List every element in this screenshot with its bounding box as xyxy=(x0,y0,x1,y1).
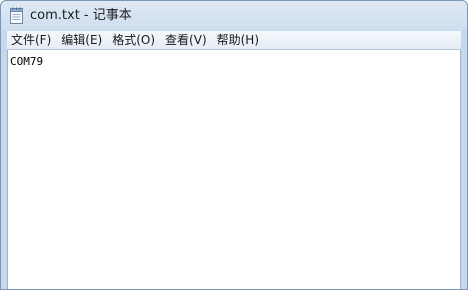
text-editor[interactable]: COM79 xyxy=(8,50,460,289)
menu-file[interactable]: 文件(F) xyxy=(7,31,56,49)
title-bar[interactable]: com.txt - 记事本 xyxy=(1,1,467,31)
notepad-window: com.txt - 记事本 文件(F) 编辑(E) 格式(O) 查看(V) 帮助… xyxy=(0,0,468,290)
editor-area: COM79 xyxy=(7,50,461,289)
menu-view[interactable]: 查看(V) xyxy=(160,31,212,49)
window-title: com.txt - 记事本 xyxy=(30,8,132,23)
menu-bar: 文件(F) 编辑(E) 格式(O) 查看(V) 帮助(H) xyxy=(7,31,461,50)
menu-format[interactable]: 格式(O) xyxy=(107,31,160,49)
notepad-icon[interactable] xyxy=(10,7,24,24)
menu-edit[interactable]: 编辑(E) xyxy=(56,31,107,49)
menu-help[interactable]: 帮助(H) xyxy=(212,31,264,49)
